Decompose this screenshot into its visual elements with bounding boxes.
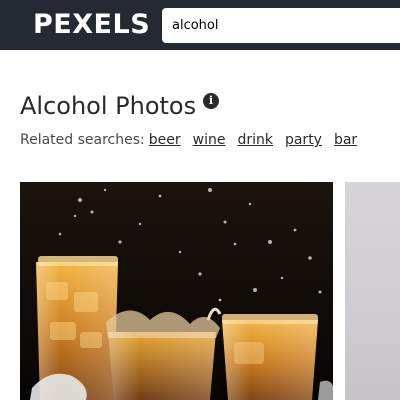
photo-card-drinks[interactable] xyxy=(20,182,333,400)
search-input[interactable] xyxy=(162,8,400,43)
related-link-party[interactable]: party xyxy=(285,132,322,148)
related-link-drink[interactable]: drink xyxy=(237,132,273,148)
pexels-logo[interactable]: PEXELS xyxy=(33,9,150,41)
related-searches: Related searches: beer wine drink party bar xyxy=(20,131,363,149)
related-link-wine[interactable]: wine xyxy=(193,132,226,148)
related-searches-label: Related searches: xyxy=(20,132,145,148)
related-link-bar[interactable]: bar xyxy=(334,132,357,148)
drinks-photo-image xyxy=(20,182,333,400)
related-link-beer[interactable]: beer xyxy=(149,132,181,148)
page-title: Alcohol Photos xyxy=(20,92,197,120)
info-icon[interactable]: i xyxy=(203,93,219,109)
top-bar: PEXELS xyxy=(0,0,400,50)
photo-card-partial[interactable] xyxy=(345,182,400,400)
